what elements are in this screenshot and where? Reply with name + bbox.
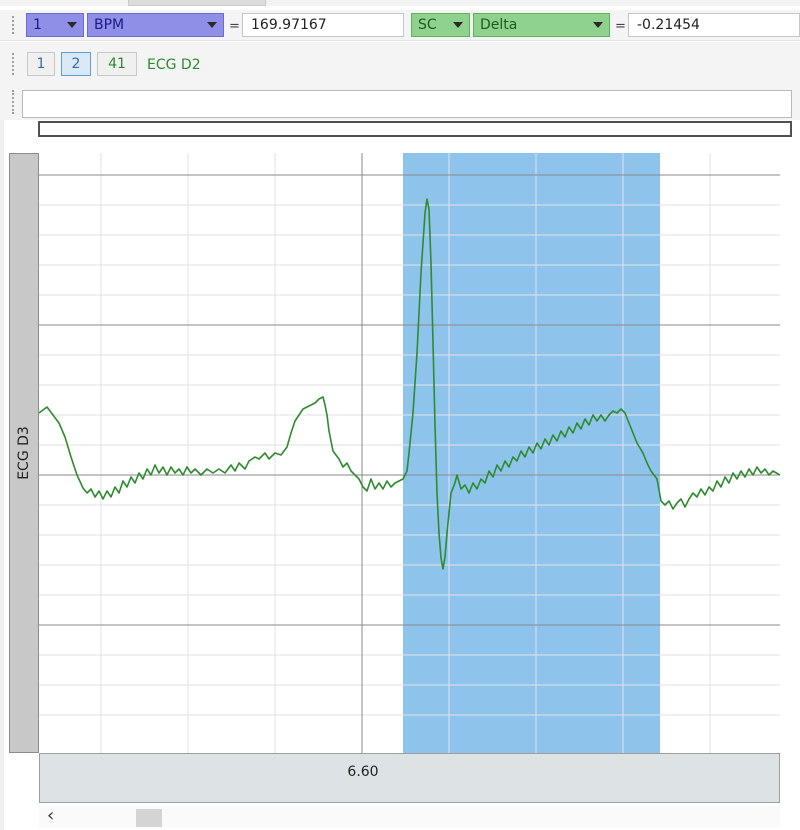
measurement-value-1: 169.97167 (242, 13, 404, 37)
window-top-strip (0, 0, 800, 6)
measurement-channel-select-1[interactable]: 1 (26, 13, 84, 37)
top-tab[interactable] (128, 0, 266, 6)
measurement-value-text: 169.97167 (251, 17, 327, 33)
measurement-channel-value: 1 (33, 17, 42, 33)
selection-region[interactable] (403, 153, 660, 753)
channel-side-label-text: ECG D3 (16, 426, 32, 480)
chevron-left-icon[interactable]: ‹ (47, 805, 54, 826)
toolbar-grip[interactable] (12, 90, 18, 114)
journal-input[interactable] (22, 90, 792, 118)
channel-button-2[interactable]: 2 (61, 52, 91, 76)
measurement-type-value: Delta (480, 17, 518, 33)
left-rail (0, 84, 4, 830)
measurement-value-2: -0.21454 (628, 13, 800, 37)
measurement-toolbar: 1 BPM = 169.97167 SC Delta = -0.21454 (0, 10, 800, 41)
channel-label: ECG D2 (147, 57, 201, 73)
toolbar-grip[interactable] (12, 53, 18, 75)
overview-bar[interactable] (38, 121, 792, 137)
measurement-channel-select-2[interactable]: SC (411, 13, 470, 37)
measurement-type-select-2[interactable]: Delta (473, 13, 610, 37)
horizontal-scrollbar[interactable]: ‹ (39, 805, 780, 828)
channel-button-1[interactable]: 1 (27, 52, 55, 76)
equals-sign: = (615, 19, 626, 34)
channel-button-41[interactable]: 41 (97, 52, 137, 76)
waveform-svg[interactable] (39, 153, 780, 753)
chevron-down-icon (593, 22, 603, 28)
scroll-thumb[interactable] (136, 809, 162, 827)
time-axis[interactable]: 6.60 (39, 753, 780, 803)
measurement-channel-value: SC (418, 17, 437, 33)
chevron-down-icon (453, 22, 463, 28)
toolbar-grip[interactable] (12, 16, 18, 34)
chevron-down-icon (207, 22, 217, 28)
time-tick-label: 6.60 (347, 764, 379, 780)
channel-side-label[interactable]: ECG D3 (9, 153, 39, 753)
measurement-value-text: -0.21454 (637, 17, 700, 33)
chevron-down-icon (67, 22, 77, 28)
waveform-plot[interactable] (39, 153, 780, 753)
equals-sign: = (229, 19, 240, 34)
measurement-type-select-1[interactable]: BPM (87, 13, 224, 37)
channel-toolbar: 1 2 41 ECG D2 (0, 42, 800, 85)
measurement-type-value: BPM (94, 17, 125, 33)
